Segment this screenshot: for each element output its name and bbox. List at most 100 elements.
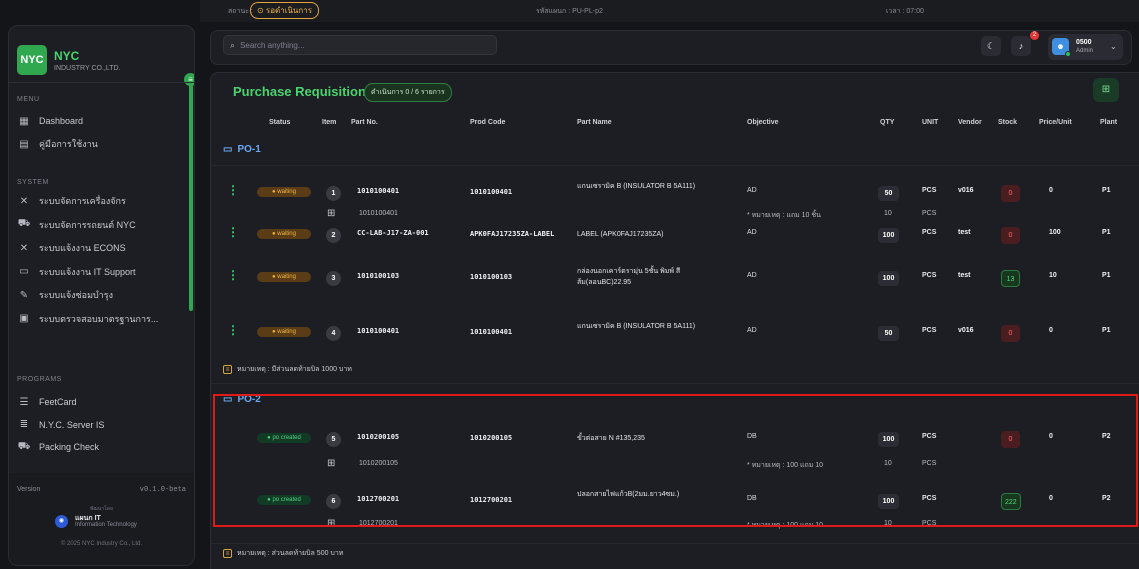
header-vendor: Vendor xyxy=(958,119,982,126)
cell-plant: P1 xyxy=(1102,229,1111,236)
cell-part-no: 1010200105 xyxy=(357,433,400,441)
search-input[interactable]: ⌕ Search anything... xyxy=(223,35,497,55)
it-subtitle: Information Technology xyxy=(75,522,137,528)
group-view-button[interactable]: ⊞ xyxy=(1093,78,1119,102)
folder-icon: ▭ xyxy=(223,144,233,155)
sidebar-item-menu-1[interactable]: ▤ คู่มือการใช้งาน xyxy=(17,134,187,154)
sidebar-item-system-3[interactable]: ▭ ระบบแจ้งงาน IT Support xyxy=(17,262,187,282)
note-icon: ≡ xyxy=(223,365,232,374)
top-status-strip: สถานะ : ⊙ รอดำเนินการ รหัสแผนก : PU-PL-p… xyxy=(200,0,1139,22)
cell-part-name: แกนเซรามิค B (INSULATOR B 5A111) xyxy=(577,183,696,190)
row-actions-icon[interactable]: ⋮ xyxy=(227,183,239,197)
cell-stock: 0 xyxy=(1001,325,1020,342)
group-header-po-2[interactable]: ▭ PO-2 xyxy=(223,394,261,405)
sidebar-item-label: ระบบแจ้งงาน ECONS xyxy=(39,243,126,253)
department-code: รหัสแผนก : PU-PL-p2 xyxy=(536,8,603,15)
sidebar-item-label: ระบบแจ้งซ่อมบำรุง xyxy=(39,290,114,300)
cell-part-name: LABEL (APK0FAJ17235ZA) xyxy=(577,231,664,238)
top-bar: ⌕ Search anything... ☾ ♪ ☻ 0500 Admin ⌄ xyxy=(210,30,1132,65)
cell-prod-code: APK0FAJ17235ZA-LABEL xyxy=(470,230,555,238)
user-menu[interactable]: ☻ 0500 Admin ⌄ xyxy=(1048,34,1123,60)
group-note: ≡ หมายเหตุ : ส่วนลดท้ายบิล 500 บาท xyxy=(223,548,343,559)
cell-status[interactable]: ● po created xyxy=(257,433,311,443)
clipboard-icon: ▣ xyxy=(19,313,29,324)
sidebar-item-programs-1[interactable]: ≣ N.Y.C. Server IS xyxy=(17,415,187,435)
sidebar: NYC NYC INDUSTRY CO.,LTD. ≡ MENU ▦ Dashbo… xyxy=(8,25,195,566)
cell-status[interactable]: ● waiting xyxy=(257,187,311,197)
cell-plant: P2 xyxy=(1102,495,1111,502)
copyright: © 2025 NYC Industry Co., Ltd. xyxy=(60,541,143,547)
cell-part-no: 1010100401 xyxy=(357,327,400,335)
group-header-po-1[interactable]: ▭ PO-1 xyxy=(223,144,261,155)
sidebar-item-system-2[interactable]: ✕ ระบบแจ้งงาน ECONS xyxy=(17,238,187,258)
divider xyxy=(211,543,1139,544)
cell-plant: P1 xyxy=(1102,272,1111,279)
purchase-requisition-panel: Purchase Requisition ดำเนินการ 0 / 6 ราย… xyxy=(210,72,1139,569)
sidebar-item-system-1[interactable]: ⛟ ระบบจัดการรถยนต์ NYC xyxy=(17,215,187,235)
section-programs: PROGRAMS xyxy=(17,376,62,383)
cell-item: 4 xyxy=(326,326,341,341)
theme-toggle-moon-icon[interactable]: ☾ xyxy=(981,36,1001,56)
gift-icon: ⊞ xyxy=(327,458,336,469)
sidebar-item-system-5[interactable]: ▣ ระบบตรวจสอบมาตรฐานการ... xyxy=(17,309,187,329)
wrench-icon: ✎ xyxy=(19,289,29,301)
sidebar-item-label: ระบบจัดการเครื่องจักร xyxy=(39,196,126,206)
sidebar-scrollbar[interactable] xyxy=(189,81,193,311)
cell-prod-code: 1010100103 xyxy=(470,273,513,281)
row-actions-icon[interactable]: ⋮ xyxy=(227,268,239,282)
time-label: เวลา : 07:00 xyxy=(886,8,924,15)
monitor-icon: ▭ xyxy=(19,266,29,277)
book-icon: ▤ xyxy=(19,138,29,150)
cell-part-name: แกนเซรามิค B (INSULATOR B 5A111) xyxy=(577,323,696,330)
header-status: Status xyxy=(269,119,291,126)
cell-prod-code: 1010100401 xyxy=(470,188,513,196)
sidebar-item-menu-0[interactable]: ▦ Dashboard xyxy=(17,111,187,131)
note-text: หมายเหตุ : มีส่วนลดท้ายบิล 1000 บาท xyxy=(237,366,352,373)
cell-unit: PCS xyxy=(922,433,937,440)
row-actions-icon[interactable]: ⋮ xyxy=(227,323,239,337)
cell-part-no: 1010200105 xyxy=(359,460,398,467)
cell-plant: P2 xyxy=(1102,433,1111,440)
cell-status[interactable]: ● waiting xyxy=(257,327,311,337)
cell-vendor: v016 xyxy=(958,187,974,194)
cell-qty: 50 xyxy=(878,186,899,201)
list-icon: ☰ xyxy=(19,396,29,408)
cell-stock: 222 xyxy=(1001,493,1021,510)
sidebar-item-label: ระบบจัดการรถยนต์ NYC xyxy=(39,219,136,230)
cell-status[interactable]: ● waiting xyxy=(257,272,311,282)
header-price-unit: Price/Unit xyxy=(1039,119,1072,126)
user-name: 0500 xyxy=(1076,39,1092,46)
sidebar-item-system-4[interactable]: ✎ ระบบแจ้งซ่อมบำรุง xyxy=(17,285,187,305)
gift-icon: ⊞ xyxy=(327,208,336,219)
cell-item: 3 xyxy=(326,271,341,286)
cell-unit: PCS xyxy=(922,327,937,334)
row-actions-icon[interactable]: ⋮ xyxy=(227,225,239,239)
cell-price: 10 xyxy=(1049,272,1057,279)
cell-part-no: 1010100103 xyxy=(357,272,400,280)
section-system: SYSTEM xyxy=(17,179,49,186)
header-part-name: Part Name xyxy=(577,119,612,126)
cell-price: 0 xyxy=(1049,433,1053,440)
search-icon: ⌕ xyxy=(230,39,236,50)
cell-qty: 100 xyxy=(878,494,899,509)
cell-status[interactable]: ● po created xyxy=(257,495,311,505)
cell-price: 100 xyxy=(1049,229,1061,236)
sidebar-item-programs-2[interactable]: ⛟ Packing Check xyxy=(17,437,187,457)
sidebar-item-label: Packing Check xyxy=(39,442,100,452)
tools-icon: ✕ xyxy=(19,195,29,207)
user-role: Admin xyxy=(1076,48,1094,54)
cell-vendor: v016 xyxy=(958,327,974,334)
brand-logo[interactable]: NYC NYC INDUSTRY CO.,LTD. xyxy=(17,45,121,75)
cell-unit: PCS xyxy=(922,520,937,527)
cell-status[interactable]: ● waiting xyxy=(257,229,311,239)
cell-part-name: กล่องนอกเคาร์ตรามุ่น 5ชั้น พิมพ์ สีส้ม(ล… xyxy=(577,268,681,286)
notification-bell-icon[interactable]: ♪ xyxy=(1011,36,1031,56)
cell-unit: PCS xyxy=(922,495,937,502)
sidebar-item-programs-0[interactable]: ☰ FeetCard xyxy=(17,392,187,412)
brand-subtitle: INDUSTRY CO.,LTD. xyxy=(54,65,121,72)
cell-vendor: test xyxy=(958,229,971,236)
cell-part-no: 1012700201 xyxy=(357,495,400,503)
dashboard-icon: ▦ xyxy=(19,115,29,127)
sidebar-item-system-0[interactable]: ✕ ระบบจัดการเครื่องจักร xyxy=(17,191,187,211)
divider xyxy=(9,82,194,83)
